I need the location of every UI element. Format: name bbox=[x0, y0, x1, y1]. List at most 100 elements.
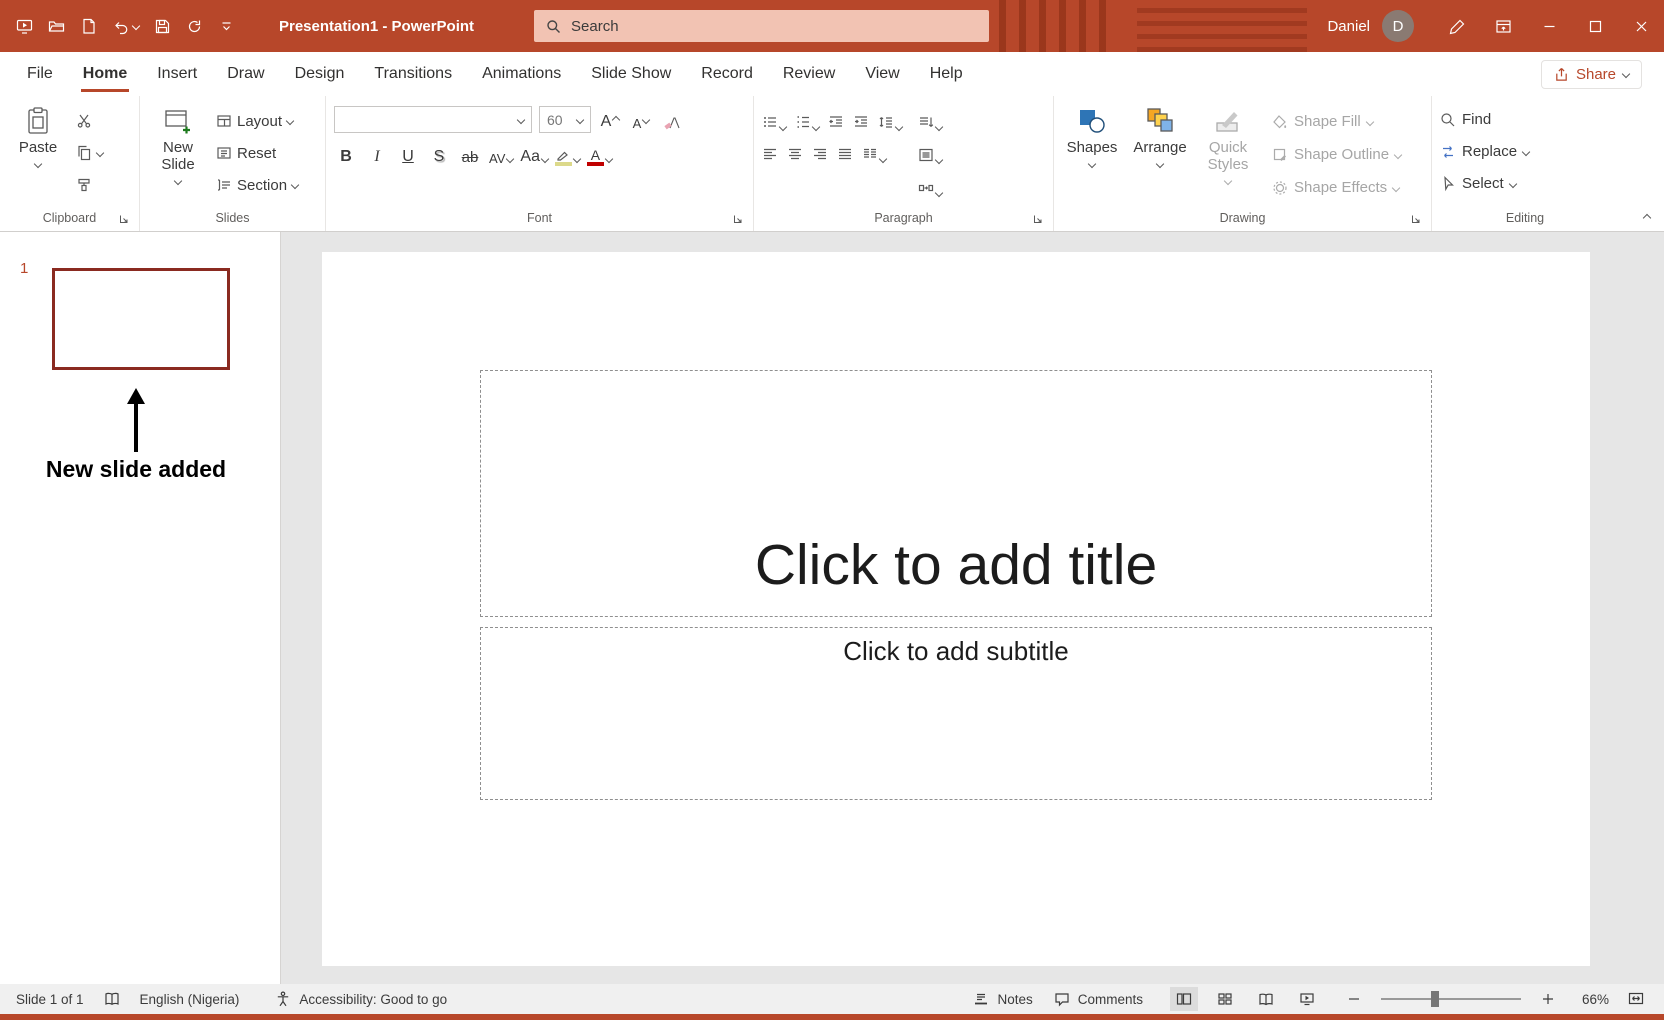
tab-home[interactable]: Home bbox=[68, 52, 142, 96]
convert-to-smartart-button[interactable] bbox=[918, 174, 942, 196]
zoom-level[interactable]: 66% bbox=[1575, 992, 1609, 1007]
save-icon[interactable] bbox=[154, 18, 171, 35]
text-highlight-button[interactable] bbox=[555, 142, 580, 168]
increase-indent-button[interactable] bbox=[853, 108, 869, 130]
fit-slide-to-window-button[interactable] bbox=[1622, 987, 1650, 1011]
slide-sorter-view-button[interactable] bbox=[1211, 987, 1239, 1011]
format-painter-button[interactable] bbox=[76, 174, 103, 196]
clipboard-dialog-launcher-icon[interactable] bbox=[119, 214, 129, 224]
tab-animations[interactable]: Animations bbox=[467, 52, 576, 96]
text-direction-button[interactable] bbox=[918, 108, 942, 130]
tab-record[interactable]: Record bbox=[686, 52, 768, 96]
line-spacing-button[interactable] bbox=[878, 108, 902, 130]
spell-check-icon[interactable] bbox=[104, 991, 120, 1007]
customize-qat-icon[interactable] bbox=[218, 18, 235, 35]
accessibility-status[interactable]: Accessibility: Good to go bbox=[275, 991, 447, 1007]
search-box[interactable] bbox=[534, 10, 989, 42]
avatar[interactable]: D bbox=[1382, 10, 1414, 42]
numbering-button[interactable] bbox=[795, 108, 819, 130]
decrease-indent-button[interactable] bbox=[828, 108, 844, 130]
tab-view[interactable]: View bbox=[850, 52, 914, 96]
reading-view-button[interactable] bbox=[1252, 987, 1280, 1011]
user-name[interactable]: Daniel bbox=[1327, 18, 1370, 35]
drawing-dialog-launcher-icon[interactable] bbox=[1411, 214, 1421, 224]
align-right-button[interactable] bbox=[812, 140, 828, 162]
bullets-button[interactable] bbox=[762, 108, 786, 130]
tab-draw[interactable]: Draw bbox=[212, 52, 279, 96]
tab-file[interactable]: File bbox=[12, 52, 68, 96]
select-cursor-icon bbox=[1440, 176, 1456, 192]
zoom-slider-handle[interactable] bbox=[1431, 991, 1439, 1007]
zoom-in-button[interactable] bbox=[1534, 987, 1562, 1011]
clear-formatting-button[interactable] bbox=[660, 107, 684, 133]
maximize-button[interactable] bbox=[1572, 0, 1618, 52]
section-button[interactable]: Section bbox=[216, 174, 298, 196]
font-color-button[interactable]: A bbox=[587, 142, 612, 168]
quick-styles-button[interactable]: Quick Styles bbox=[1198, 102, 1258, 205]
undo-button[interactable] bbox=[112, 18, 139, 35]
redo-icon[interactable] bbox=[186, 18, 203, 35]
decrease-font-size-button[interactable]: A bbox=[629, 107, 653, 133]
font-group-label: Font bbox=[527, 211, 552, 225]
notes-button[interactable]: Notes bbox=[973, 991, 1032, 1007]
align-left-button[interactable] bbox=[762, 140, 778, 162]
strikethrough-button[interactable]: ab bbox=[458, 142, 482, 168]
reset-button[interactable]: Reset bbox=[216, 142, 298, 164]
close-button[interactable] bbox=[1618, 0, 1664, 52]
minimize-button[interactable] bbox=[1526, 0, 1572, 52]
copy-button[interactable] bbox=[76, 142, 103, 164]
slide-thumbnail[interactable] bbox=[52, 268, 230, 370]
tab-transitions[interactable]: Transitions bbox=[359, 52, 467, 96]
underline-button[interactable]: U bbox=[396, 142, 420, 168]
shape-outline-button[interactable]: Shape Outline bbox=[1272, 143, 1401, 166]
align-text-button[interactable] bbox=[918, 141, 942, 163]
tab-review[interactable]: Review bbox=[768, 52, 850, 96]
replace-button[interactable]: Replace bbox=[1440, 140, 1529, 163]
bold-button[interactable]: B bbox=[334, 142, 358, 168]
ribbon-display-options-button[interactable] bbox=[1480, 0, 1526, 52]
slide-show-view-button[interactable] bbox=[1293, 987, 1321, 1011]
title-placeholder[interactable]: Click to add title bbox=[480, 370, 1432, 617]
search-input[interactable] bbox=[571, 18, 977, 35]
tab-insert[interactable]: Insert bbox=[142, 52, 212, 96]
collapse-ribbon-icon[interactable] bbox=[1643, 214, 1651, 222]
change-case-button[interactable]: Aa bbox=[520, 142, 548, 168]
font-dialog-launcher-icon[interactable] bbox=[733, 214, 743, 224]
paste-button[interactable]: Paste bbox=[8, 102, 68, 205]
shapes-button[interactable]: Shapes bbox=[1062, 102, 1122, 205]
align-center-icon bbox=[787, 146, 803, 162]
find-button[interactable]: Find bbox=[1440, 108, 1529, 131]
ink-pen-button[interactable] bbox=[1434, 0, 1480, 52]
shape-effects-button[interactable]: Shape Effects bbox=[1272, 176, 1401, 199]
cut-button[interactable] bbox=[76, 110, 103, 132]
select-button[interactable]: Select bbox=[1440, 172, 1529, 195]
character-spacing-button[interactable]: AV bbox=[489, 142, 513, 168]
new-file-icon[interactable] bbox=[80, 18, 97, 35]
subtitle-placeholder[interactable]: Click to add subtitle bbox=[480, 627, 1432, 800]
zoom-slider[interactable] bbox=[1381, 998, 1521, 1000]
justify-button[interactable] bbox=[837, 140, 853, 162]
zoom-out-button[interactable] bbox=[1340, 987, 1368, 1011]
normal-view-button[interactable] bbox=[1170, 987, 1198, 1011]
start-slideshow-icon[interactable] bbox=[16, 18, 33, 35]
font-name-combobox[interactable] bbox=[334, 106, 532, 133]
comments-button[interactable]: Comments bbox=[1054, 991, 1143, 1007]
columns-button[interactable] bbox=[862, 140, 886, 162]
open-file-icon[interactable] bbox=[48, 18, 65, 35]
shape-fill-button[interactable]: Shape Fill bbox=[1272, 110, 1401, 133]
paragraph-dialog-launcher-icon[interactable] bbox=[1033, 214, 1043, 224]
increase-font-size-button[interactable]: A bbox=[598, 107, 622, 133]
italic-button[interactable]: I bbox=[365, 142, 389, 168]
font-size-combobox[interactable]: 60 bbox=[539, 106, 591, 133]
text-shadow-button[interactable]: S bbox=[427, 142, 451, 168]
tab-slide-show[interactable]: Slide Show bbox=[576, 52, 686, 96]
tab-help[interactable]: Help bbox=[915, 52, 978, 96]
align-center-button[interactable] bbox=[787, 140, 803, 162]
tab-design[interactable]: Design bbox=[280, 52, 360, 96]
language-button[interactable]: English (Nigeria) bbox=[140, 992, 240, 1007]
share-button[interactable]: Share bbox=[1541, 60, 1642, 89]
arrange-button[interactable]: Arrange bbox=[1130, 102, 1190, 205]
new-slide-button[interactable]: New Slide bbox=[148, 102, 208, 205]
slide-indicator[interactable]: Slide 1 of 1 bbox=[16, 992, 84, 1007]
layout-button[interactable]: Layout bbox=[216, 110, 298, 132]
